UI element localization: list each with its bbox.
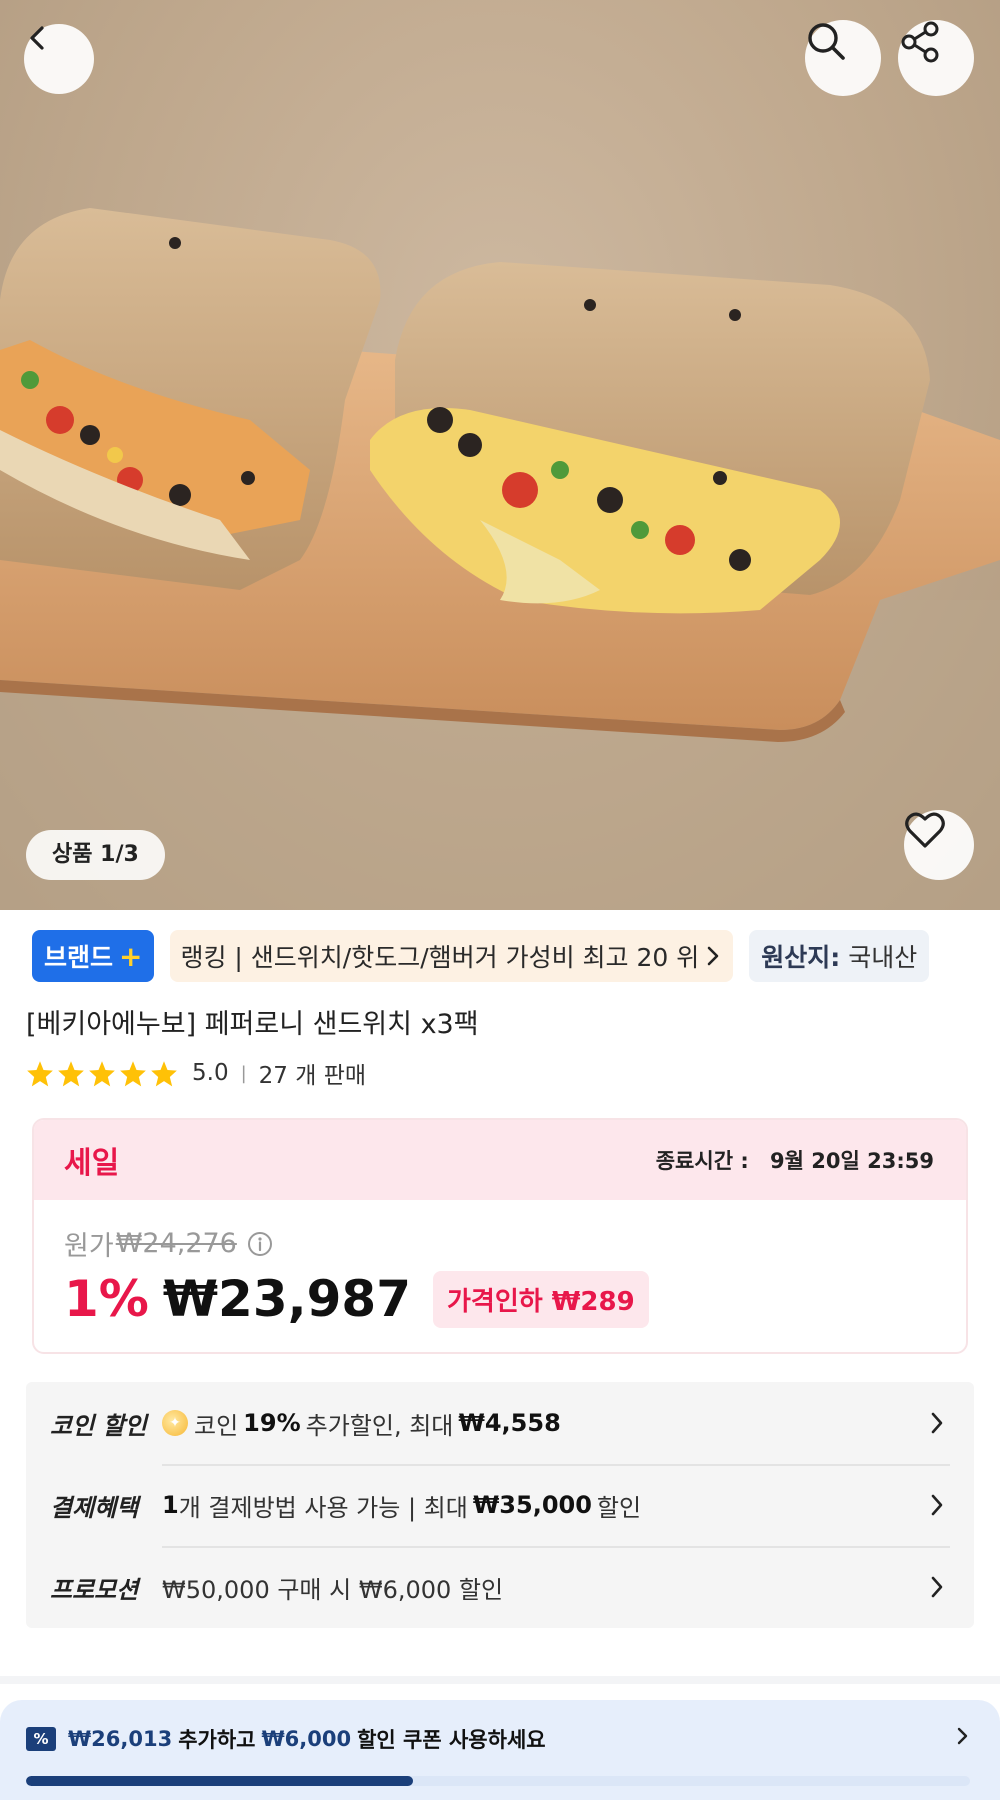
info-icon[interactable] <box>247 1231 273 1257</box>
original-price: ₩24,276 <box>115 1228 237 1259</box>
search-button[interactable] <box>805 20 881 96</box>
benefit-row-coin[interactable]: 코인 할인 ✦ 코인 19% 추가할인, 최대 ₩4,558 <box>50 1382 950 1464</box>
benefit-bold: 1 <box>162 1491 179 1519</box>
badge-row: 브랜드 + 랭킹 | 샌드위치/핫도그/햄버거 가성비 최고 20 위 원산지:… <box>32 930 930 982</box>
plus-icon: + <box>119 939 143 973</box>
price-drop-badge: 가격인하 ₩289 <box>433 1270 649 1328</box>
benefit-label: 결제혜택 <box>50 1493 139 1522</box>
share-button[interactable] <box>898 20 974 96</box>
wishlist-button[interactable] <box>904 810 974 880</box>
back-button[interactable] <box>24 24 94 94</box>
chevron-right-icon <box>931 1576 943 1598</box>
chevron-right-icon <box>957 1727 968 1745</box>
original-price-label: 원가 <box>64 1231 114 1262</box>
brand-plus-badge[interactable]: 브랜드 + <box>32 930 155 982</box>
benefit-pre: 코인 <box>194 1411 239 1440</box>
chevron-right-icon <box>931 1494 943 1516</box>
benefit-row-promotion[interactable]: 프로모션 ₩50,000 구매 시 ₩6,000 할인 <box>50 1546 950 1628</box>
coupon-progress-bar <box>26 1776 970 1786</box>
rating-score: 5.0 <box>192 1060 229 1086</box>
sale-end-time: 종료시간 : 9월 20일 23:59 <box>656 1145 934 1175</box>
ranking-label: 랭킹 | 샌드위치/핫도그/햄버거 가성비 최고 20 위 <box>180 943 700 972</box>
rating-row[interactable]: 5.0 | 27 개 판매 <box>26 1056 366 1090</box>
benefit-label: 프로모션 <box>50 1575 139 1604</box>
sandwich-photo <box>0 208 1000 910</box>
chevron-right-icon <box>931 1412 943 1434</box>
coin-icon: ✦ <box>162 1410 188 1436</box>
benefit-text: ✦ 코인 19% 추가할인, 최대 ₩4,558 <box>162 1406 566 1441</box>
coupon-discount-amount: ₩6,000 <box>261 1727 352 1751</box>
star-icon <box>120 1060 146 1086</box>
coupon-amount-needed: ₩26,013 <box>68 1727 173 1751</box>
coupon-text: 추가하고 <box>178 1728 256 1752</box>
benefit-bold: ₩35,000 <box>472 1491 592 1519</box>
benefit-label: 코인 할인 <box>50 1411 147 1440</box>
star-icon <box>151 1060 177 1086</box>
benefit-mid: 개 결제방법 사용 가능 | 최대 <box>178 1493 468 1522</box>
star-icon <box>58 1060 84 1086</box>
benefits-panel: 코인 할인 ✦ 코인 19% 추가할인, 최대 ₩4,558 결제혜택 1 개 … <box>26 1382 974 1628</box>
chevron-left-icon <box>30 26 44 50</box>
sale-panel: 세일 종료시간 : 9월 20일 23:59 원가 ₩24,276 1% ₩23… <box>32 1118 968 1354</box>
benefit-post: 할인 <box>596 1493 642 1522</box>
origin-badge: 원산지: 국내산 <box>749 930 930 982</box>
origin-label: 원산지: <box>761 943 841 972</box>
coupon-progress-fill <box>26 1776 414 1786</box>
chevron-right-icon <box>707 946 719 966</box>
section-divider <box>0 1676 1000 1684</box>
price-row: 1% ₩23,987 가격인하 ₩289 <box>64 1270 649 1328</box>
sale-end-label: 종료시간 : <box>655 1149 749 1173</box>
benefit-mid: 추가할인, 최대 <box>305 1411 454 1440</box>
star-icon <box>89 1060 115 1086</box>
search-icon <box>808 23 845 60</box>
coupon-message: % ₩26,013 추가하고 ₩6,000 할인 쿠폰 사용하세요 <box>26 1724 970 1754</box>
origin-value: 국내산 <box>848 943 918 972</box>
benefit-bold: 19% <box>243 1409 301 1437</box>
image-counter: 상품 1/3 <box>26 830 165 880</box>
discount-percent: 1% <box>64 1270 149 1328</box>
sold-count: 27 개 판매 <box>258 1063 367 1089</box>
heart-icon <box>905 812 945 848</box>
ranking-badge[interactable]: 랭킹 | 샌드위치/핫도그/햄버거 가성비 최고 20 위 <box>170 930 734 982</box>
star-icon <box>27 1060 53 1086</box>
benefit-text: ₩50,000 구매 시 ₩6,000 할인 <box>162 1570 503 1605</box>
sale-header: 세일 종료시간 : 9월 20일 23:59 <box>34 1120 966 1200</box>
benefit-text: 1 개 결제방법 사용 가능 | 최대 ₩35,000 할인 <box>162 1488 641 1523</box>
coupon-banner[interactable]: % ₩26,013 추가하고 ₩6,000 할인 쿠폰 사용하세요 <box>0 1700 1000 1800</box>
sale-end-value: 9월 20일 23:59 <box>770 1149 934 1173</box>
benefit-mid: ₩50,000 구매 시 ₩6,000 할인 <box>162 1575 504 1604</box>
coupon-text: 할인 쿠폰 사용하세요 <box>357 1728 546 1752</box>
separator: | <box>240 1062 247 1084</box>
benefit-bold: ₩4,558 <box>458 1409 561 1437</box>
share-icon <box>901 21 939 63</box>
coupon-percent-icon: % <box>26 1727 56 1751</box>
sale-label: 세일 <box>64 1146 120 1181</box>
brand-badge-label: 브랜드 <box>44 943 114 972</box>
rating-stars <box>26 1060 178 1087</box>
sale-price: ₩23,987 <box>162 1270 411 1328</box>
benefit-row-payment[interactable]: 결제혜택 1 개 결제방법 사용 가능 | 최대 ₩35,000 할인 <box>50 1464 950 1546</box>
product-title: [베키아에누보] 페퍼로니 샌드위치 x3팩 <box>26 1009 479 1040</box>
original-price-row: 원가 ₩24,276 <box>64 1224 273 1263</box>
product-image[interactable]: 상품 1/3 <box>0 0 1000 910</box>
